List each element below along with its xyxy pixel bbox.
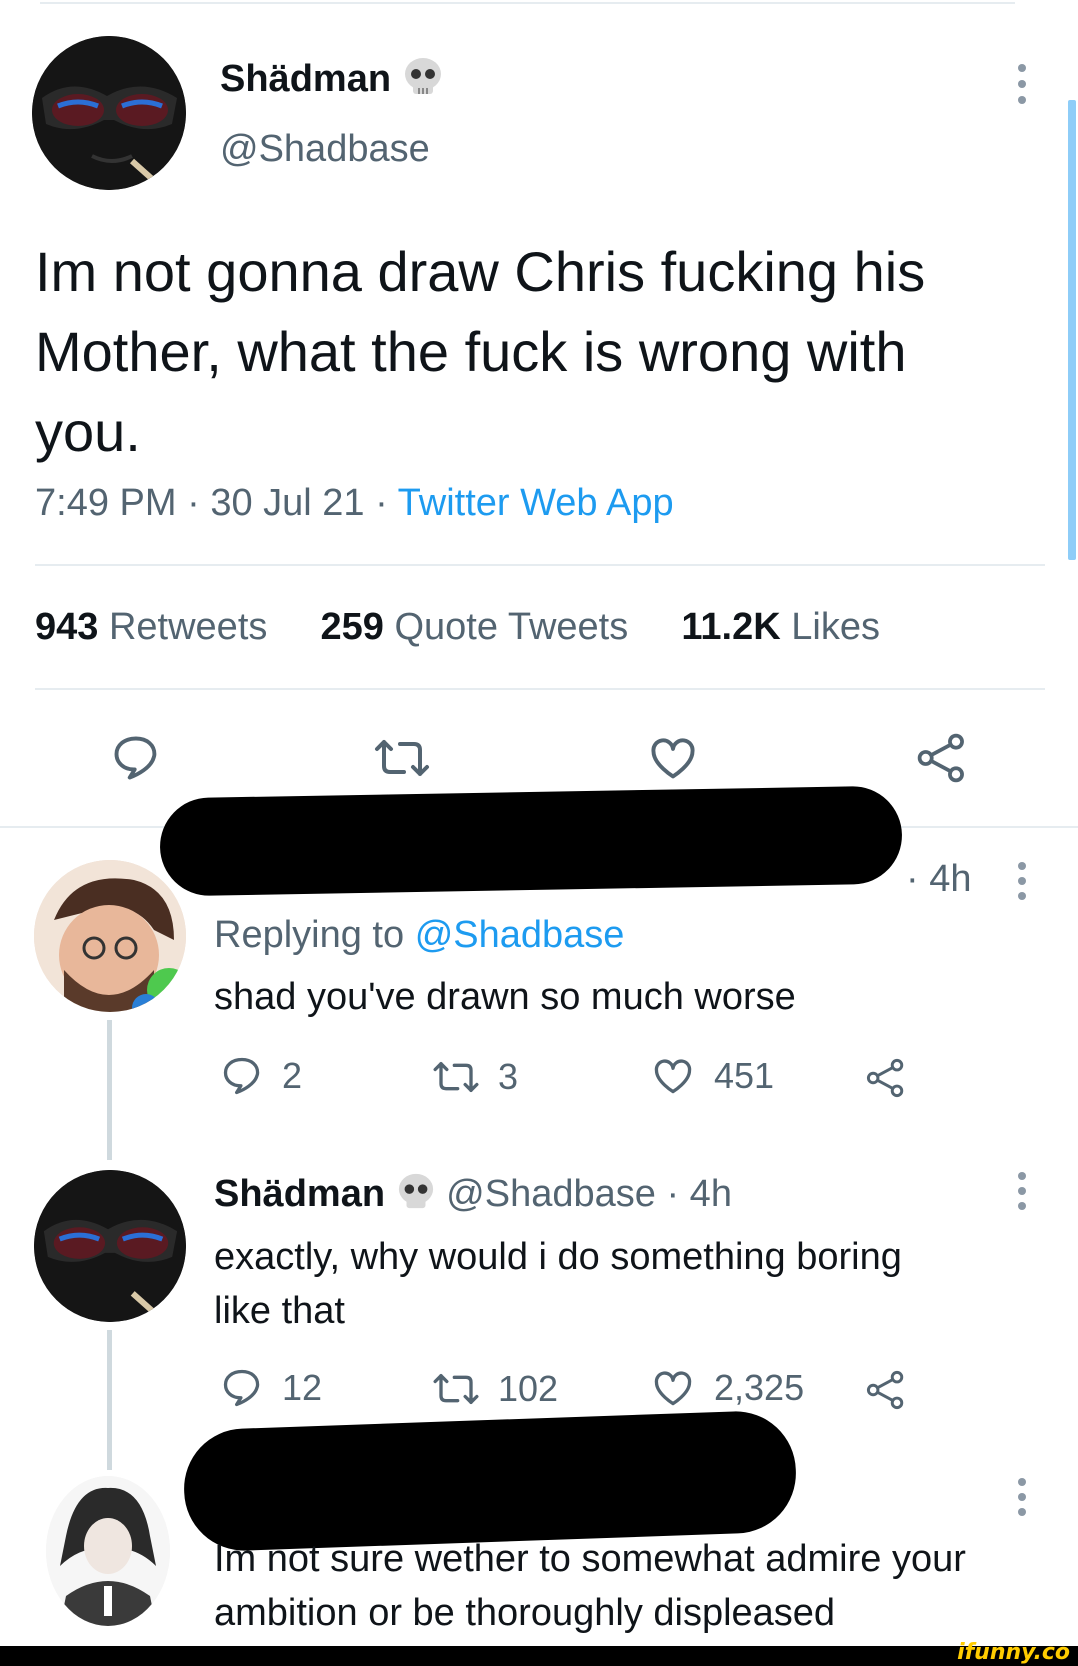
retweet-icon — [433, 1374, 479, 1404]
heart-icon — [651, 738, 695, 779]
reply2-reply-count: 12 — [282, 1367, 323, 1408]
more-options-icon[interactable] — [1017, 64, 1027, 104]
top-divider — [40, 2, 1015, 4]
main-like-button[interactable] — [646, 732, 700, 784]
skull-emoji-icon — [396, 1172, 436, 1220]
main-tweet-author[interactable]: Shädman — [220, 56, 444, 106]
reply2-display-name[interactable]: Shädman — [214, 1173, 385, 1215]
tweet-time[interactable]: 7:49 PM — [35, 482, 177, 524]
heart-icon — [654, 1059, 692, 1094]
avatar-image — [46, 1476, 170, 1626]
redacted-name-1b — [300, 796, 800, 836]
retweets-stat[interactable]: 943 Retweets — [35, 606, 267, 648]
avatar-reply3[interactable] — [46, 1476, 170, 1626]
avatar-image — [34, 860, 186, 1012]
likes-count: 11.2K — [681, 606, 781, 648]
reply1-reply-count: 2 — [282, 1055, 303, 1096]
reply2-text: exactly, why would i do something boring… — [214, 1230, 902, 1338]
main-tweet-meta: 7:49 PM · 30 Jul 21 · Twitter Web App — [35, 482, 674, 525]
quotes-count: 259 — [320, 606, 384, 648]
reply1-like-count: 451 — [714, 1055, 775, 1096]
reply1-reply-button[interactable]: 2 — [220, 1054, 302, 1098]
retweet-icon — [375, 740, 429, 776]
quotes-label: Quote Tweets — [394, 606, 629, 648]
reply2-reply-button[interactable]: 12 — [220, 1366, 322, 1410]
avatar-shadman[interactable] — [32, 36, 186, 190]
ifunny-watermark: ifunny.co — [957, 1640, 1070, 1665]
reply1-share-button[interactable] — [864, 1056, 908, 1100]
reply2-time[interactable]: · 4h — [666, 1173, 731, 1215]
retweets-label: Retweets — [108, 606, 268, 648]
display-name: Shädman — [220, 58, 392, 101]
thread-line-1 — [107, 1020, 112, 1160]
tweet-stats: 943 Retweets 259 Quote Tweets 11.2K Like… — [35, 606, 880, 649]
reply3-line-1: Im not sure wether to somewhat admire yo… — [214, 1538, 966, 1580]
main-tweet-line-1: Im not gonna draw Chris fucking his — [35, 240, 926, 303]
reply2-line-2: like that — [214, 1290, 345, 1332]
reply1-text: shad you've drawn so much worse — [214, 976, 796, 1018]
share-icon — [866, 1058, 904, 1098]
main-tweet-line-3: you. — [35, 400, 141, 463]
reply1-retweet-button[interactable]: 3 — [432, 1056, 518, 1098]
reply-icon — [223, 1057, 260, 1095]
scroll-indicator[interactable] — [1068, 100, 1076, 560]
replying-to-handle[interactable]: @Shadbase — [415, 914, 625, 956]
meta-separator: · — [375, 482, 398, 524]
main-tweet-handle[interactable]: @Shadbase — [220, 128, 430, 171]
reply3-line-2: ambition or be thoroughly displeased — [214, 1592, 836, 1634]
reply1-retweet-count: 3 — [498, 1056, 519, 1097]
meta-divider — [35, 564, 1045, 566]
share-icon — [866, 1370, 904, 1410]
reply2-share-button[interactable] — [864, 1368, 908, 1412]
watermark-bar — [0, 1646, 1078, 1666]
retweet-icon — [433, 1062, 479, 1092]
reply-icon — [223, 1369, 260, 1407]
reply-icon — [114, 736, 157, 780]
likes-label: Likes — [791, 606, 880, 648]
avatar-shadman-reply[interactable] — [34, 1170, 186, 1322]
skull-emoji-icon — [402, 56, 444, 106]
reply3-text: Im not sure wether to somewhat admire yo… — [214, 1532, 966, 1640]
replying-to-label: Replying to — [214, 914, 405, 956]
reply1-replying-to: Replying to @Shadbase — [214, 914, 624, 957]
main-tweet-text: Im not gonna draw Chris fucking his Moth… — [35, 232, 1045, 472]
main-retweet-button[interactable] — [374, 734, 430, 782]
main-share-button[interactable] — [914, 730, 970, 786]
likes-stat[interactable]: 11.2K Likes — [681, 606, 880, 648]
avatar-image — [32, 36, 186, 190]
meta-separator: · — [187, 482, 211, 524]
reply2-header: Shädman @Shadbase · 4h — [214, 1172, 732, 1220]
reply2-more-options-icon[interactable] — [1017, 1172, 1027, 1210]
thread-line-2 — [107, 1330, 112, 1470]
tweet-source-link[interactable]: Twitter Web App — [398, 482, 674, 524]
reply2-handle[interactable]: @Shadbase — [446, 1173, 656, 1215]
tweet-date[interactable]: 30 Jul 21 — [210, 482, 364, 524]
main-reply-button[interactable] — [110, 732, 162, 784]
reply2-like-count: 2,325 — [714, 1367, 805, 1408]
reply2-line-1: exactly, why would i do something boring — [214, 1236, 902, 1278]
reply2-retweet-button[interactable]: 102 — [432, 1368, 558, 1410]
stats-divider — [35, 688, 1045, 690]
main-tweet-line-2: Mother, what the fuck is wrong with — [35, 320, 907, 383]
reply2-like-button[interactable]: 2,325 — [650, 1366, 804, 1410]
avatar-reply1[interactable] — [34, 860, 186, 1012]
avatar-image — [34, 1170, 186, 1322]
reply1-time[interactable]: · 4h — [906, 858, 971, 901]
heart-icon — [654, 1371, 692, 1406]
share-icon — [917, 733, 964, 783]
reply1-more-options-icon[interactable] — [1017, 862, 1027, 900]
reply1-like-button[interactable]: 451 — [650, 1054, 774, 1098]
reply3-more-options-icon[interactable] — [1017, 1478, 1027, 1516]
reply2-retweet-count: 102 — [498, 1368, 559, 1409]
retweets-count: 943 — [35, 606, 99, 648]
quotes-stat[interactable]: 259 Quote Tweets — [321, 606, 629, 648]
